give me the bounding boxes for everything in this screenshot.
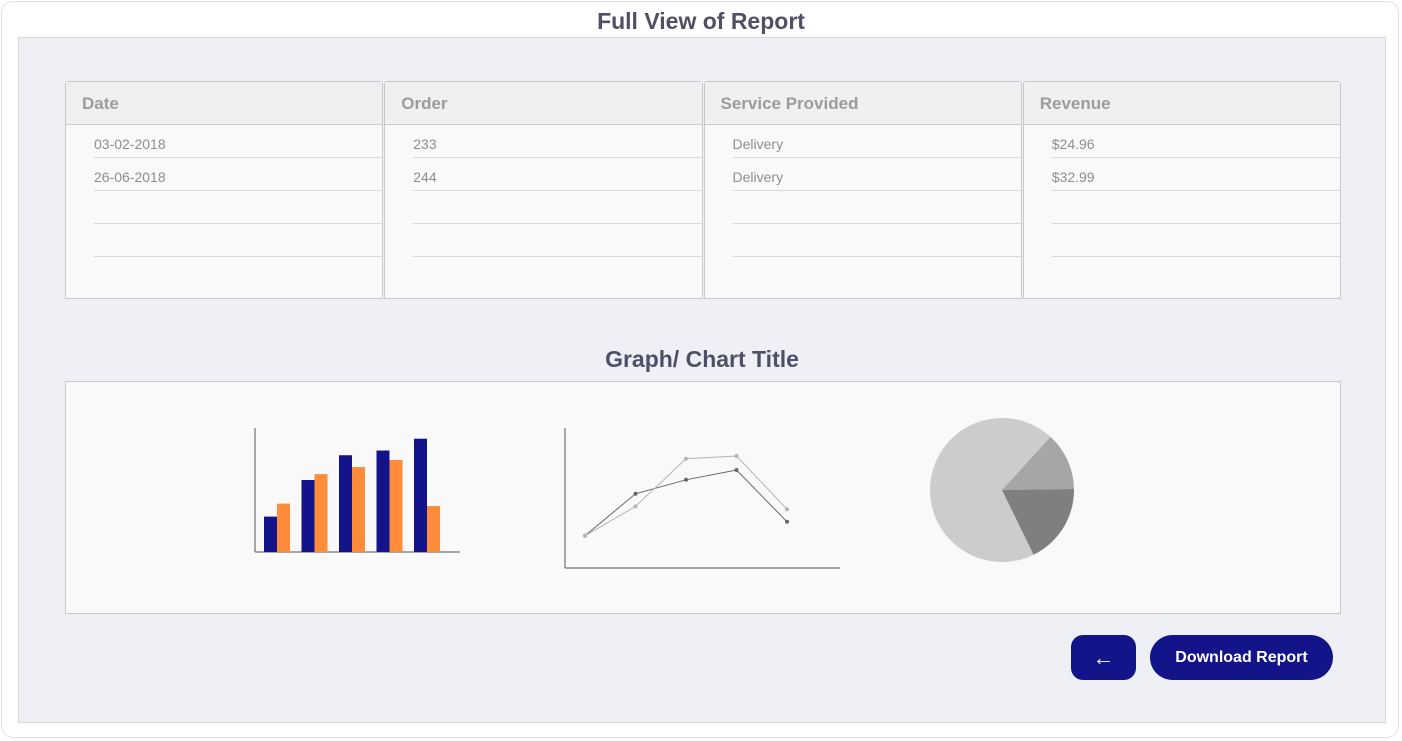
bar — [414, 438, 427, 552]
bar — [427, 505, 440, 552]
bar-chart — [254, 428, 460, 553]
pie-chart — [930, 418, 1074, 562]
data-point — [633, 504, 638, 509]
bar — [277, 503, 290, 552]
chart-container — [65, 381, 1341, 614]
column-header: Order — [385, 82, 702, 125]
table-cell — [413, 191, 702, 224]
table-column-order: Order 233 244 — [384, 81, 703, 299]
download-report-button[interactable]: Download Report — [1150, 635, 1333, 680]
table-cell: $32.99 — [1051, 158, 1340, 191]
data-point — [734, 454, 739, 458]
table-cell: Delivery — [732, 158, 1021, 191]
arrow-left-icon: ← — [1092, 645, 1115, 670]
table-column-service: Service Provided Delivery Delivery — [703, 81, 1022, 299]
data-point — [684, 456, 688, 461]
bar — [339, 455, 352, 552]
bar — [352, 467, 365, 552]
bar — [301, 480, 315, 552]
data-point — [785, 507, 789, 512]
series-line — [584, 455, 788, 537]
bar — [389, 459, 403, 552]
table-column-date: Date 03-02-2018 26-06-2018 — [65, 81, 384, 299]
data-point — [583, 533, 587, 538]
bar — [376, 450, 390, 552]
table-cell — [1051, 191, 1340, 224]
table-cell — [94, 191, 383, 224]
column-header: Revenue — [1023, 82, 1340, 125]
column-header: Date — [66, 82, 383, 125]
table-cell: 244 — [413, 158, 702, 191]
data-point — [785, 519, 789, 524]
table-cell: 26-06-2018 — [94, 158, 383, 191]
table-cell: $24.96 — [1051, 125, 1340, 158]
table-cell — [413, 224, 702, 257]
table-cell — [1051, 224, 1340, 257]
table-cell — [94, 224, 383, 257]
table-column-revenue: Revenue $24.96 $32.99 — [1022, 81, 1341, 299]
report-panel: Date 03-02-2018 26-06-2018 Order 233 244… — [18, 37, 1386, 723]
chart-section-title: Graph/ Chart Title — [605, 346, 799, 372]
bar — [264, 516, 277, 552]
data-point — [734, 468, 739, 472]
column-header: Service Provided — [704, 82, 1021, 125]
table-cell: Delivery — [732, 125, 1021, 158]
report-table: Date 03-02-2018 26-06-2018 Order 233 244… — [65, 81, 1341, 299]
table-cell: 233 — [413, 125, 702, 158]
table-cell — [732, 224, 1021, 257]
bar — [314, 474, 328, 552]
line-chart — [564, 428, 840, 569]
table-cell — [732, 191, 1021, 224]
page-title: Full View of Report — [597, 8, 805, 34]
data-point — [684, 477, 688, 482]
data-point — [633, 491, 638, 496]
back-button[interactable]: ← — [1071, 635, 1136, 680]
table-cell: 03-02-2018 — [94, 125, 383, 158]
